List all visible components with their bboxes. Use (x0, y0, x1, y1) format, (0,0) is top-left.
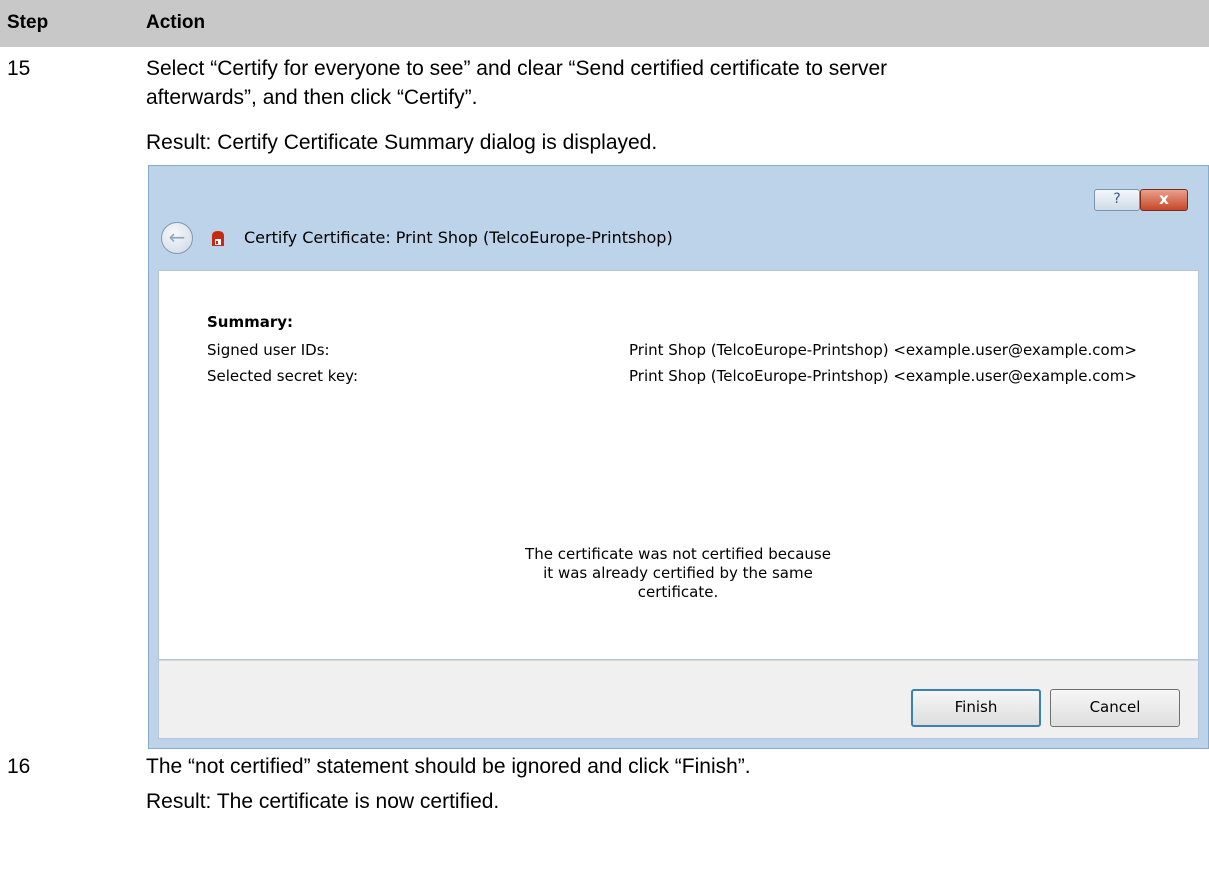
certificate-app-icon (212, 231, 224, 246)
step-result: Result: The certificate is now certified… (146, 790, 500, 813)
summary-heading: Summary: (207, 313, 294, 331)
finish-button[interactable]: Finish (911, 689, 1041, 727)
signed-ids-value: Print Shop (TelcoEurope-Printshop) <exam… (629, 341, 1137, 359)
close-icon[interactable]: x (1140, 189, 1188, 211)
action-column-header: Action (146, 12, 206, 33)
step-number: 15 (7, 57, 31, 80)
step-action-line: The “not certified” statement should be … (146, 755, 751, 778)
step-action-line: Select “Certify for everyone to see” and… (146, 57, 888, 80)
dialog-footer: Finish Cancel (158, 660, 1199, 739)
step-action-line: afterwards”, and then click “Certify”. (146, 86, 478, 109)
not-certified-notice: The certificate was not certified becaus… (525, 545, 831, 601)
signed-ids-label: Signed user IDs: (207, 341, 330, 359)
cancel-button[interactable]: Cancel (1050, 689, 1180, 727)
secret-key-value: Print Shop (TelcoEurope-Printshop) <exam… (629, 367, 1137, 385)
step-number: 16 (7, 755, 31, 778)
step-column-header: Step (7, 12, 49, 33)
step-result: Result: Certify Certificate Summary dial… (146, 131, 658, 154)
back-arrow-icon[interactable]: ← (161, 222, 193, 254)
certify-dialog: ? x ← Certify Certificate: Print Shop (T… (148, 165, 1209, 749)
dialog-content: Summary: Signed user IDs: Print Shop (Te… (158, 270, 1199, 660)
dialog-title: Certify Certificate: Print Shop (TelcoEu… (244, 228, 673, 247)
secret-key-label: Selected secret key: (207, 367, 359, 385)
help-icon[interactable]: ? (1094, 189, 1140, 211)
table-header: Step Action (0, 0, 1209, 47)
